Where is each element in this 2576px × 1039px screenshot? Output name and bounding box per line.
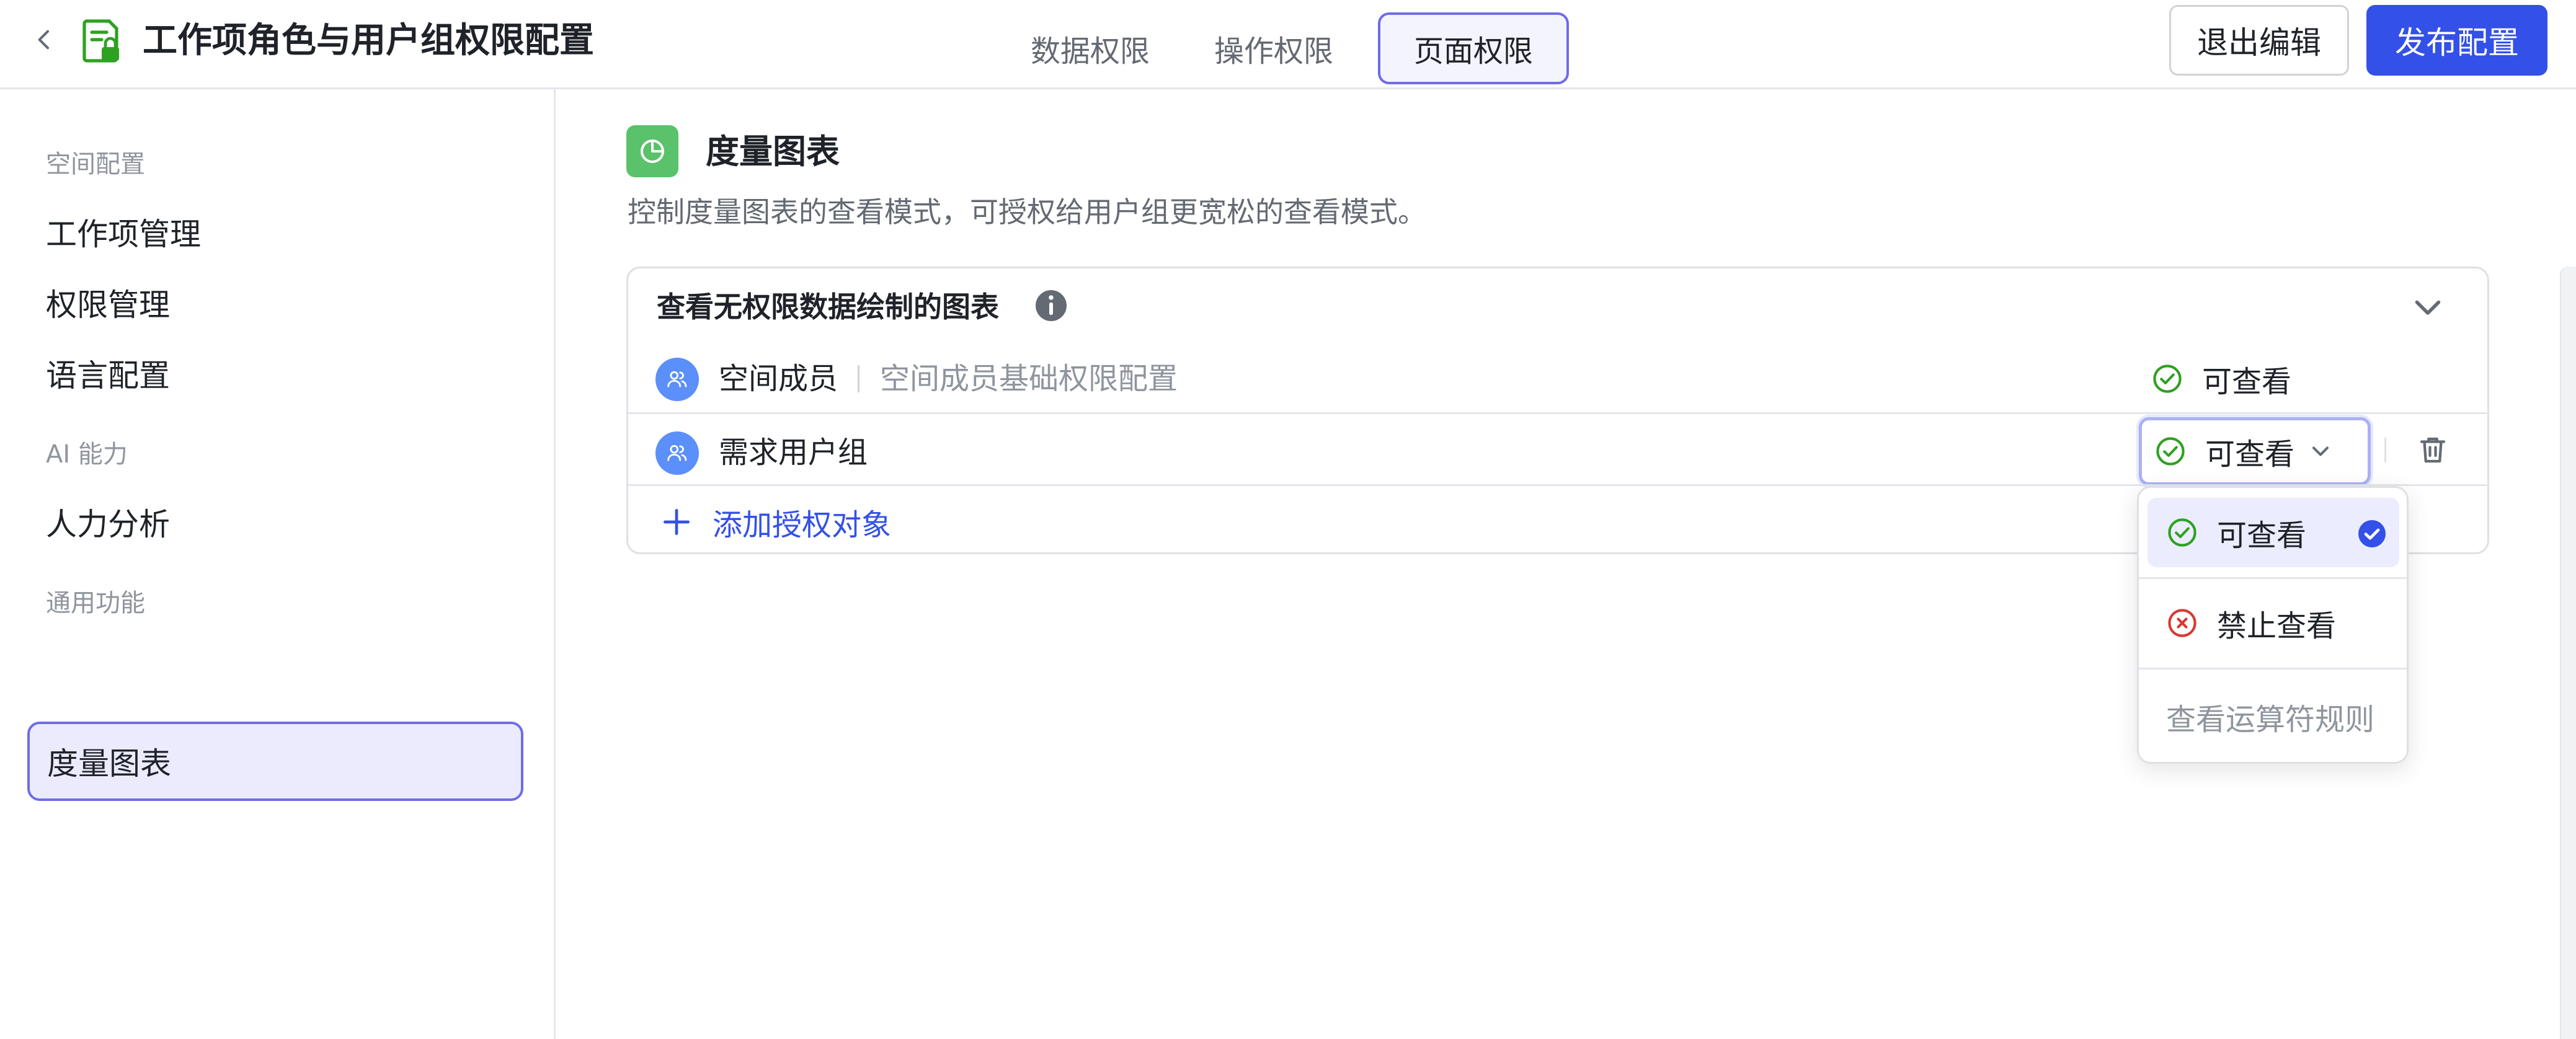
sidebar: 空间配置 工作项管理 权限管理 语言配置 AI 能力 人力分析 通用功能 度量图… — [0, 89, 556, 1039]
sidebar-item-permission-management[interactable]: 权限管理 — [46, 280, 170, 325]
dropdown-option-deny[interactable]: 禁止查看 — [2147, 588, 2399, 658]
row-divider — [858, 365, 859, 392]
trash-icon — [2420, 437, 2446, 463]
row-subject-description: 空间成员基础权限配置 — [880, 361, 1178, 396]
add-authorization-label: 添加授权对象 — [713, 508, 892, 542]
delete-button[interactable] — [2413, 430, 2453, 470]
top-header: 工作项角色与用户组权限配置 数据权限 操作权限 页面权限 退出编辑 发布配置 — [0, 0, 2576, 89]
sidebar-item-workforce-analysis[interactable]: 人力分析 — [46, 500, 170, 544]
chevron-down-icon[interactable] — [2409, 288, 2446, 325]
permission-dropdown-menu: 可查看 禁止查看 查看运算符规则 — [2137, 486, 2409, 764]
add-authorization-button[interactable]: 添加授权对象 — [659, 500, 891, 544]
exit-edit-button[interactable]: 退出编辑 — [2169, 5, 2349, 76]
chevron-left-icon — [38, 30, 49, 50]
check-circle-icon — [2168, 518, 2196, 547]
sidebar-group-space-config: 空间配置 — [46, 150, 145, 179]
permission-row-user-group: 需求用户组 可查看 — [628, 412, 2489, 485]
permission-tabs: 数据权限 操作权限 页面权限 — [1005, 12, 1569, 84]
sidebar-item-label: 度量图表 — [47, 746, 171, 782]
dropdown-separator — [2139, 668, 2407, 670]
sidebar-item-metric-charts[interactable]: 度量图表 — [27, 722, 523, 801]
section-title: 度量图表 — [706, 132, 840, 171]
avatar — [655, 431, 699, 475]
sidebar-item-language-config[interactable]: 语言配置 — [46, 351, 170, 396]
avatar — [655, 358, 699, 401]
page-title: 工作项角色与用户组权限配置 — [143, 20, 594, 61]
row-subject-name: 空间成员 — [719, 361, 838, 396]
row-subject-name: 需求用户组 — [719, 435, 868, 470]
permission-select-value: 可查看 — [2205, 437, 2295, 472]
chevron-down-icon — [2312, 446, 2329, 456]
info-icon[interactable] — [1033, 287, 1070, 324]
user-group-icon — [667, 444, 687, 461]
permission-value: 可查看 — [2151, 356, 2291, 401]
check-filled-icon — [2358, 520, 2386, 547]
dropdown-option-allow[interactable]: 可查看 — [2147, 498, 2399, 567]
user-group-icon — [667, 371, 687, 387]
section-icon-badge — [626, 125, 678, 177]
sidebar-group-common: 通用功能 — [46, 589, 145, 617]
operator-rules-link[interactable]: 查看运算符规则 — [2166, 695, 2374, 738]
back-button[interactable] — [25, 20, 64, 60]
x-circle-icon — [2168, 609, 2196, 637]
permission-label: 可查看 — [2202, 365, 2292, 399]
check-circle-icon — [2153, 365, 2182, 393]
action-separator — [2384, 438, 2386, 462]
main-scrollbar[interactable] — [2560, 267, 2576, 1039]
document-lock-icon — [82, 19, 119, 63]
sidebar-group-ai: AI 能力 — [46, 440, 128, 469]
permission-select[interactable]: 可查看 — [2139, 417, 2371, 485]
publish-config-button[interactable]: 发布配置 — [2366, 5, 2547, 76]
tab-page-permission[interactable]: 页面权限 — [1378, 12, 1569, 84]
tab-operation-permission[interactable]: 操作权限 — [1176, 12, 1372, 84]
check-circle-icon — [2156, 437, 2185, 466]
dropdown-option-label: 禁止查看 — [2217, 609, 2337, 643]
plus-icon — [664, 509, 690, 535]
tab-data-permission[interactable]: 数据权限 — [1005, 12, 1176, 84]
pie-chart-icon — [641, 139, 664, 163]
dropdown-separator — [2139, 577, 2407, 579]
section-description: 控制度量图表的查看模式，可授权给用户组更宽松的查看模式。 — [628, 195, 1426, 229]
dropdown-option-label: 可查看 — [2217, 518, 2307, 553]
sidebar-item-work-item-management[interactable]: 工作项管理 — [46, 210, 201, 254]
card-title: 查看无权限数据绘制的图表 — [657, 290, 999, 324]
permission-row-space-members: 空间成员 空间成员基础权限配置 可查看 — [628, 340, 2489, 412]
